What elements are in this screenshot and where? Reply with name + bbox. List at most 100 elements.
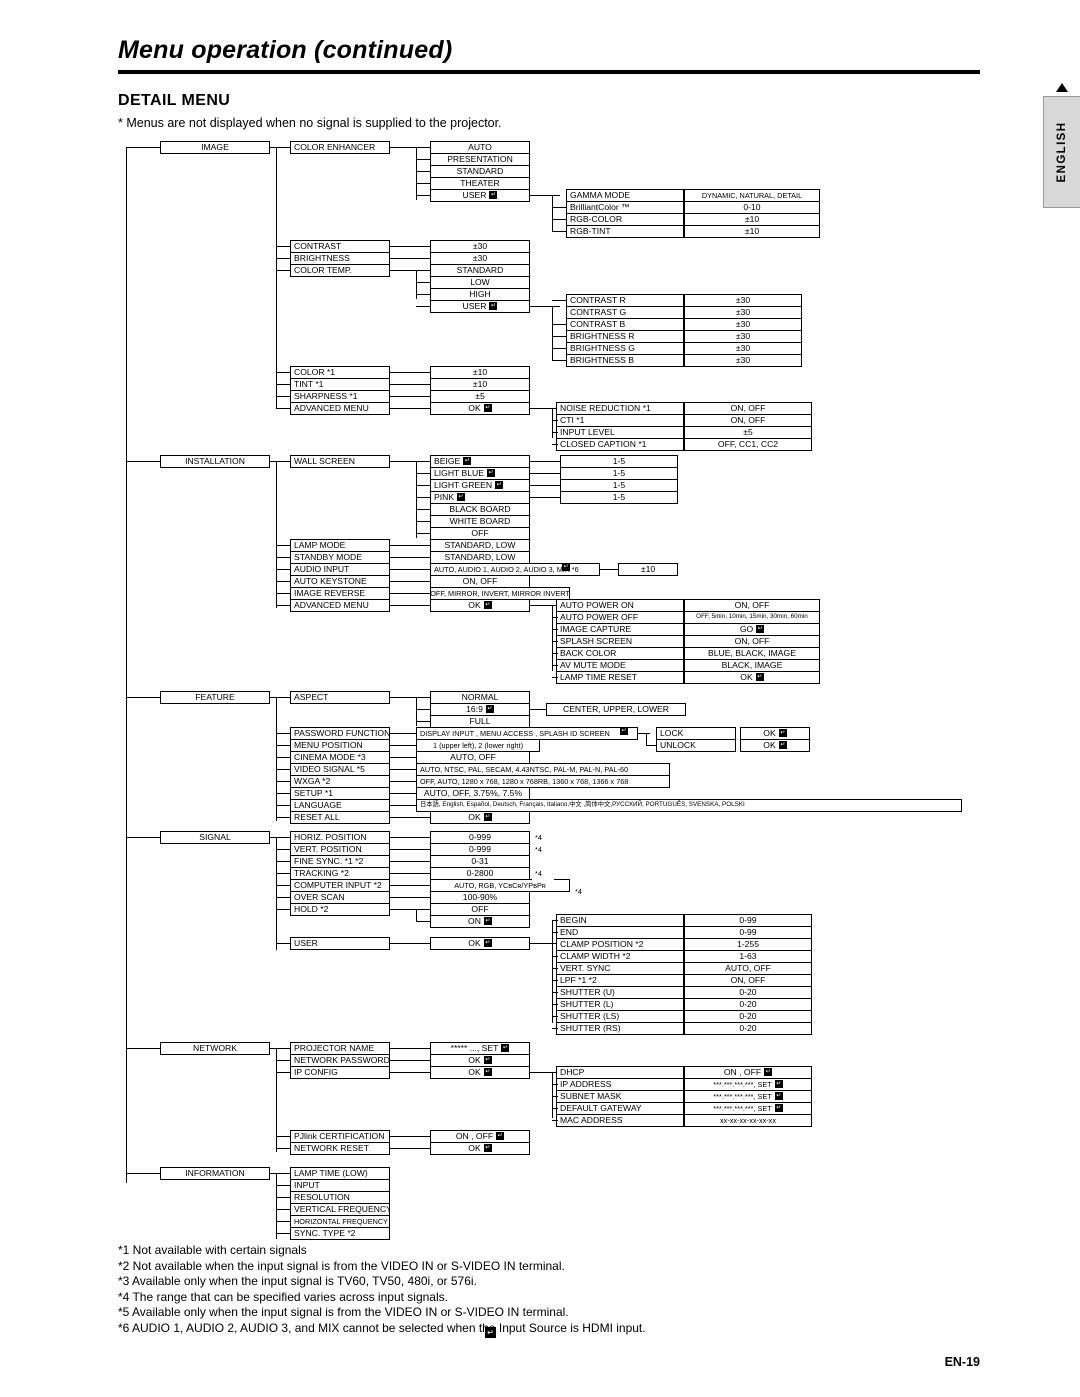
- connector: [390, 593, 430, 594]
- connector: [530, 195, 560, 196]
- language-tab: ENGLISH: [1043, 83, 1080, 208]
- connector: [390, 1048, 430, 1049]
- menu-item-inst-advanced[interactable]: ADVANCED MENU: [290, 599, 390, 612]
- connector: [416, 485, 430, 486]
- sub-rgb-tint[interactable]: RGB-TINT: [566, 225, 684, 238]
- enter-icon: [463, 456, 472, 465]
- connector: [552, 677, 558, 678]
- menu-item-reset-all[interactable]: RESET ALL: [290, 811, 390, 824]
- connector: [390, 897, 430, 898]
- connector: [390, 408, 430, 409]
- connector: [416, 473, 430, 474]
- menu-item-color-enhancer[interactable]: COLOR ENHANCER: [290, 141, 390, 154]
- connector: [390, 396, 430, 397]
- sub-mac-address: MAC ADDRESS: [556, 1114, 684, 1127]
- connector: [552, 605, 553, 671]
- value-signal-user-ok[interactable]: OK: [430, 937, 530, 950]
- connector: [390, 943, 430, 944]
- value-hold-on[interactable]: ON: [430, 915, 530, 928]
- connector: [552, 306, 553, 360]
- value-user[interactable]: USER: [430, 189, 530, 202]
- connector: [552, 992, 558, 993]
- page-number: EN-19: [944, 1355, 980, 1369]
- value-inst-advanced-ok[interactable]: OK: [430, 599, 530, 612]
- connector: [390, 793, 416, 794]
- connector: [126, 697, 160, 698]
- connector: [276, 805, 290, 806]
- connector: [390, 557, 430, 558]
- menu-root-information[interactable]: INFORMATION: [160, 1167, 270, 1180]
- connector: [390, 270, 430, 271]
- sub-lamp-time-reset[interactable]: LAMP TIME RESET: [556, 671, 684, 684]
- value-reset-all[interactable]: OK: [430, 811, 530, 824]
- value-advanced-ok[interactable]: OK: [430, 402, 530, 415]
- connector: [552, 348, 566, 349]
- connector: [600, 569, 618, 570]
- connector: [530, 306, 560, 307]
- connector: [390, 837, 430, 838]
- connector: [276, 837, 277, 950]
- connector: [276, 605, 290, 606]
- value-ip-config-ok[interactable]: OK: [430, 1066, 530, 1079]
- value-closed-caption: OFF, CC1, CC2: [684, 438, 812, 451]
- menu-item-ip-config[interactable]: IP CONFIG: [290, 1066, 390, 1079]
- sub-shutter-rs[interactable]: SHUTTER (RS): [556, 1022, 684, 1035]
- menu-item-network-reset[interactable]: NETWORK RESET: [290, 1142, 390, 1155]
- sub-brightness-b[interactable]: BRIGHTNESS B: [566, 354, 684, 367]
- connector: [390, 461, 430, 462]
- connector: [552, 231, 566, 232]
- menu-root-signal[interactable]: SIGNAL: [160, 831, 270, 844]
- connector: [276, 873, 290, 874]
- menu-item-wall-screen[interactable]: WALL SCREEN: [290, 455, 390, 468]
- menu-item-hold[interactable]: HOLD *2: [290, 903, 390, 916]
- connector: [276, 1060, 290, 1061]
- menu-root-installation[interactable]: INSTALLATION: [160, 455, 270, 468]
- menu-item-advanced-menu[interactable]: ADVANCED MENU: [290, 402, 390, 415]
- connector: [276, 396, 290, 397]
- mark-tracking: *4: [532, 867, 554, 880]
- connector: [390, 805, 416, 806]
- menu-root-network[interactable]: NETWORK: [160, 1042, 270, 1055]
- connector: [270, 1048, 290, 1049]
- connector: [552, 1004, 558, 1005]
- connector: [270, 697, 290, 698]
- connector: [276, 1185, 290, 1186]
- connector: [390, 909, 430, 910]
- connector: [552, 195, 553, 231]
- connector: [276, 569, 290, 570]
- footnote-6: *6 AUDIO 1, AUDIO 2, AUDIO 3, and MIX ca…: [118, 1320, 646, 1335]
- connector: [276, 270, 290, 271]
- menu-root-image[interactable]: IMAGE: [160, 141, 270, 154]
- menu-item-signal-user[interactable]: USER: [290, 937, 390, 950]
- connector: [276, 1136, 290, 1137]
- menu-root-feature[interactable]: FEATURE: [160, 691, 270, 704]
- connector: [552, 920, 558, 921]
- connector: [276, 246, 290, 247]
- value-network-reset[interactable]: OK: [430, 1142, 530, 1155]
- value-password-unlock-ok[interactable]: OK: [740, 739, 810, 752]
- value-ct-user[interactable]: USER: [430, 300, 530, 313]
- connector: [276, 943, 290, 944]
- connector: [276, 745, 290, 746]
- value-lamp-time-reset[interactable]: OK: [684, 671, 820, 684]
- connector: [126, 147, 160, 148]
- sub-closed-caption[interactable]: CLOSED CAPTION *1: [556, 438, 684, 451]
- connector: [552, 1108, 558, 1109]
- connector: [276, 258, 290, 259]
- mark-vert-position: *4: [532, 843, 554, 856]
- menu-item-color-temp[interactable]: COLOR TEMP.: [290, 264, 390, 277]
- connector: [276, 897, 290, 898]
- connector: [552, 1028, 558, 1029]
- connector: [552, 300, 566, 301]
- enter-icon: [774, 1103, 783, 1112]
- connector: [416, 909, 417, 921]
- sub-password-unlock[interactable]: UNLOCK: [656, 739, 736, 752]
- enter-icon: [774, 1091, 783, 1100]
- footnote-2: *2 Not available when the input signal i…: [118, 1258, 565, 1273]
- connector: [276, 384, 290, 385]
- enter-icon: [483, 812, 492, 821]
- connector: [276, 593, 290, 594]
- menu-item-aspect[interactable]: ASPECT: [290, 691, 390, 704]
- enter-icon: [483, 916, 492, 925]
- connector: [390, 861, 430, 862]
